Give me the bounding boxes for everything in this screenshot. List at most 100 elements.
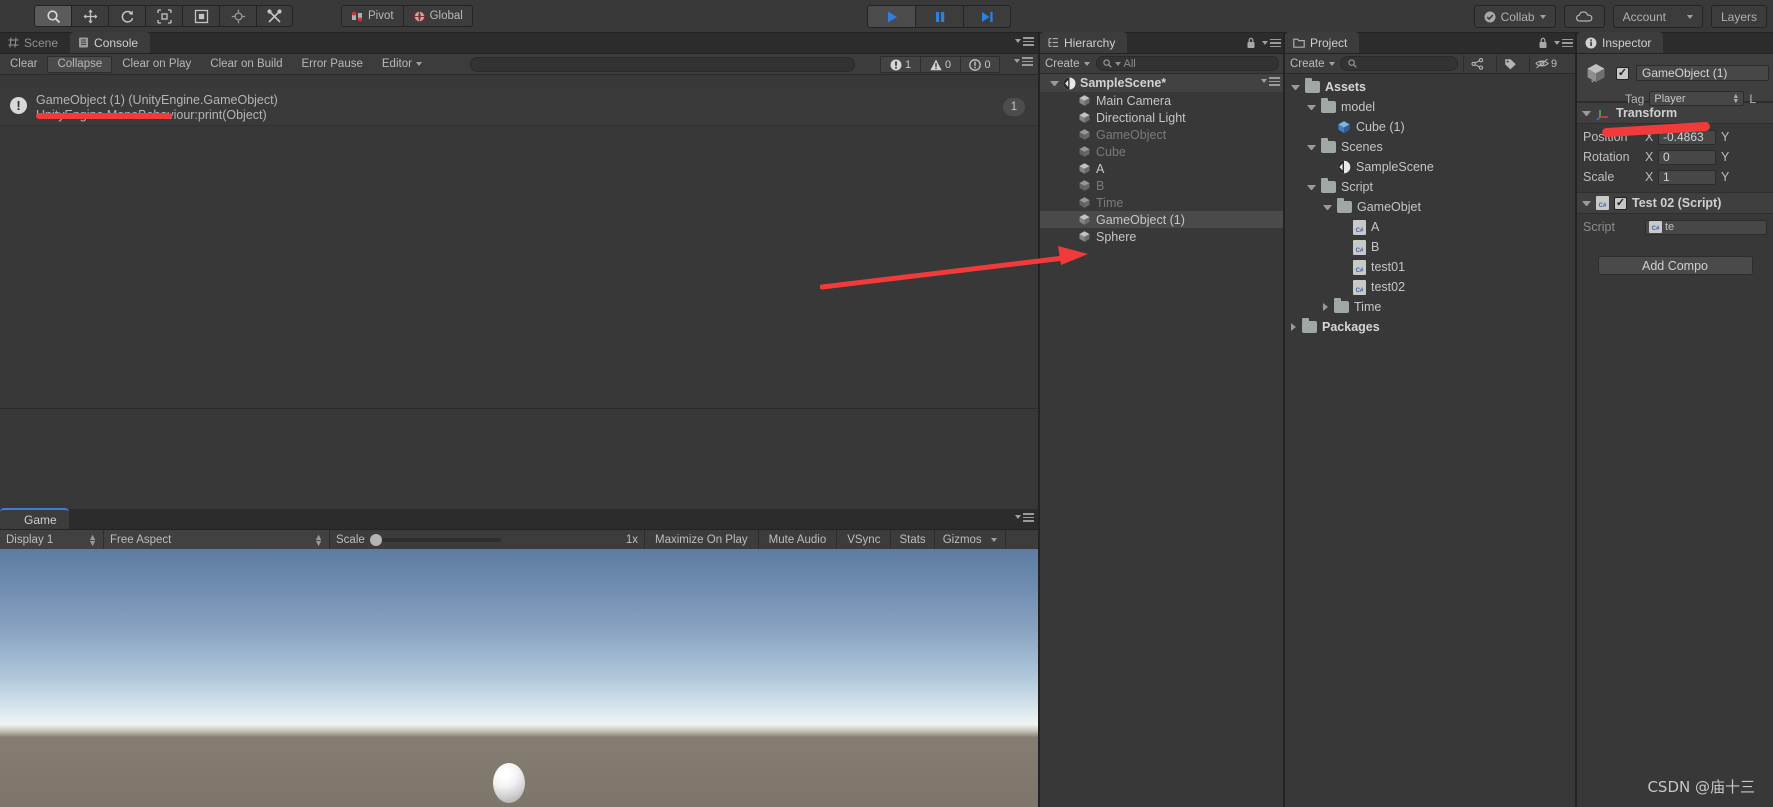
gameobject-name-field[interactable]: GameObject (1) [1636,65,1769,81]
rotation-x-field[interactable]: 0 [1658,149,1716,165]
project-item[interactable]: C# test02 [1285,277,1577,297]
error-counter[interactable]: 1 [880,56,920,73]
transform-tool-button[interactable] [219,5,256,27]
collab-button[interactable]: Collab [1473,5,1556,28]
tab-scene[interactable]: Scene [0,32,70,53]
project-filter-type-button[interactable] [1462,55,1491,72]
hierarchy-item[interactable]: Cube [1040,143,1285,160]
project-item[interactable]: C# B [1285,237,1577,257]
project-item[interactable]: Script [1285,177,1577,197]
console-clear-button[interactable]: Clear [1,56,46,73]
scene-context-menu[interactable] [1261,77,1280,86]
scale-x-field[interactable]: 1 [1658,169,1716,185]
game-display-dropdown[interactable]: Display 1 ▲ ▼ [0,530,104,549]
mute-audio-toggle[interactable]: Mute Audio [759,530,838,549]
divider-hierarchy-project[interactable] [1283,33,1285,807]
maximize-on-play-toggle[interactable]: Maximize On Play [645,530,759,549]
project-item[interactable]: Cube (1) [1285,117,1577,137]
hierarchy-item[interactable]: A [1040,160,1285,177]
move-tool-button[interactable] [71,5,108,27]
hierarchy-item[interactable]: B [1040,177,1285,194]
triangle-down-icon[interactable] [1307,104,1316,110]
account-button[interactable]: Account [1612,5,1703,28]
project-item[interactable]: C# A [1285,217,1577,237]
rotate-tool-button[interactable] [108,5,145,27]
tab-inspector[interactable]: Inspector [1577,32,1664,53]
vsync-toggle[interactable]: VSync [837,530,892,549]
hierarchy-item[interactable]: Time [1040,194,1285,211]
console-clear-on-play-button[interactable]: Clear on Play [113,56,200,73]
triangle-right-icon[interactable] [1291,323,1297,331]
game-aspect-dropdown[interactable]: Free Aspect ▲ ▼ [104,530,330,549]
console-log-entry[interactable]: ! GameObject (1) (UnityEngine.GameObject… [0,88,1038,126]
console-toolbar-menu[interactable] [1014,57,1033,66]
info-counter[interactable]: 0 [960,56,1000,73]
divider-console-hierarchy[interactable] [1038,33,1040,807]
triangle-down-icon[interactable] [1582,200,1591,206]
triangle-right-icon[interactable] [1323,303,1329,311]
project-item[interactable]: model [1285,97,1577,117]
scale-slider[interactable] [369,533,501,546]
project-item[interactable]: Time [1285,297,1577,317]
hierarchy-panel-menu[interactable] [1246,37,1281,49]
hierarchy-item[interactable]: Directional Light [1040,109,1285,126]
scale-tool-button[interactable] [145,5,182,27]
hierarchy-item[interactable]: Main Camera [1040,92,1285,109]
tab-project[interactable]: Project [1285,32,1360,53]
triangle-down-icon[interactable] [1307,144,1316,150]
project-search-input[interactable] [1339,56,1458,71]
project-panel-menu[interactable] [1538,37,1573,49]
tag-dropdown[interactable]: Player ▲ ▼ [1649,91,1745,106]
script-object-field[interactable]: C# te [1645,219,1767,235]
game-panel-menu[interactable] [1015,513,1034,522]
triangle-down-icon[interactable] [1291,84,1300,90]
gameobject-active-checkbox[interactable]: ✓ [1616,66,1629,80]
custom-tool-button[interactable] [256,5,293,27]
pivot-button[interactable]: Pivot [341,5,403,27]
project-item[interactable]: SampleScene [1285,157,1577,177]
game-scale-control[interactable]: Scale 1x [330,530,645,549]
layers-button[interactable]: Layers [1710,5,1767,28]
scale-slider-knob[interactable] [369,533,382,546]
play-button[interactable] [867,5,915,28]
script-component-header[interactable]: C# ✓ Test 02 (Script) [1577,192,1773,214]
triangle-down-icon[interactable] [1050,80,1059,86]
hierarchy-scene-row[interactable]: SampleScene* [1040,74,1285,92]
step-button[interactable] [963,5,1011,28]
project-item[interactable]: Packages [1285,317,1577,337]
pause-button[interactable] [915,5,963,28]
project-filter-label-button[interactable] [1495,55,1524,72]
console-search-input[interactable] [470,57,855,72]
project-item[interactable]: GameObjet [1285,197,1577,217]
hand-tool-button[interactable] [34,5,71,27]
project-hidden-count[interactable]: 9 [1528,55,1563,72]
add-component-button[interactable]: Add Compo [1597,256,1753,275]
cloud-button[interactable] [1563,5,1605,28]
triangle-down-icon[interactable] [1307,184,1316,190]
project-item[interactable]: C# test01 [1285,257,1577,277]
stats-toggle[interactable]: Stats [891,530,935,549]
global-button[interactable]: Global [402,5,473,27]
console-editor-dropdown[interactable]: Editor [373,56,431,73]
tab-console[interactable]: Console [70,32,151,53]
hierarchy-item[interactable]: Sphere [1040,228,1285,245]
project-create-button[interactable]: Create [1290,58,1335,70]
script-enabled-checkbox[interactable]: ✓ [1614,196,1627,210]
console-error-pause-button[interactable]: Error Pause [293,56,372,73]
console-collapse-button[interactable]: Collapse [47,55,113,73]
rect-tool-button[interactable] [182,5,219,27]
tab-hierarchy[interactable]: Hierarchy [1040,32,1128,53]
warning-counter[interactable]: 0 [920,56,960,73]
game-render-view[interactable] [0,549,1038,807]
console-clear-on-build-button[interactable]: Clear on Build [201,56,291,73]
triangle-down-icon[interactable] [1582,110,1591,116]
tab-game[interactable]: Game [0,508,69,529]
position-x-field[interactable]: -0.4863 [1658,129,1716,145]
project-item[interactable]: Scenes [1285,137,1577,157]
project-item[interactable]: Assets [1285,77,1577,97]
divider-project-inspector[interactable] [1575,33,1577,807]
triangle-down-icon[interactable] [1323,204,1332,210]
hierarchy-search-input[interactable]: All [1095,56,1279,71]
hierarchy-create-button[interactable]: Create [1045,58,1090,70]
gizmos-dropdown[interactable]: Gizmos [935,530,1006,549]
